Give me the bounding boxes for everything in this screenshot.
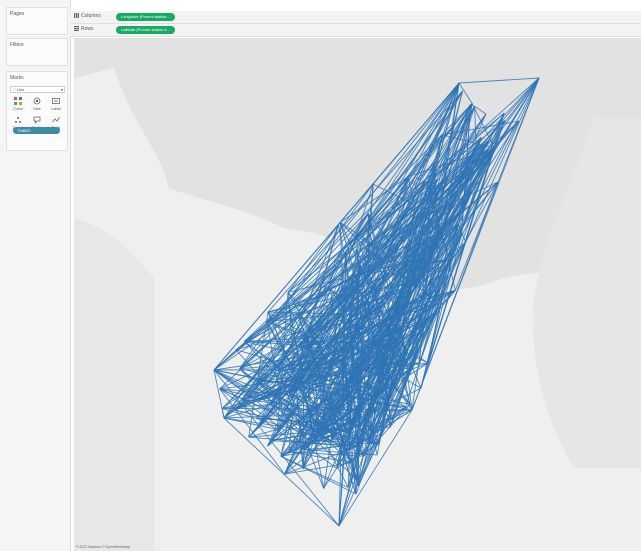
color-icon	[9, 97, 27, 106]
route-segment[interactable]	[308, 439, 332, 442]
marks-title: Marks	[10, 75, 24, 81]
detail-icon	[9, 116, 27, 125]
left-panel: Pages Filters Marks ⟋ Line ▾ Color Size	[0, 0, 71, 551]
rows-shelf: Rows Latitude (Proxmi station d...	[70, 24, 641, 37]
mark-type-value: Line	[16, 87, 25, 92]
columns-shelf-label: Columns	[74, 13, 101, 19]
map-canvas[interactable]	[74, 38, 641, 551]
map-attribution: © 2022 Mapbox © OpenStreetMap	[76, 545, 130, 549]
filters-title: Filters	[10, 42, 24, 48]
label-button[interactable]: Label	[47, 96, 65, 113]
longitude-pill[interactable]: Longitude (Proxmi station...	[116, 13, 175, 21]
pages-card[interactable]: Pages	[6, 7, 68, 35]
route-segment[interactable]	[213, 369, 225, 419]
columns-shelf: Columns Longitude (Proxmi station...	[70, 11, 641, 24]
line-mark-icon: ⟋	[13, 87, 16, 92]
marks-card: Marks ⟋ Line ▾ Color Size Label ⋰ PathID	[6, 71, 68, 151]
pages-title: Pages	[10, 11, 25, 17]
rows-icon	[74, 26, 79, 32]
path-icon	[47, 116, 65, 125]
mark-type-dropdown[interactable]: ⟋ Line ▾	[10, 86, 65, 93]
filters-card[interactable]: Filters	[6, 38, 68, 66]
label-icon	[47, 97, 65, 106]
path-field-pill[interactable]: PathID	[13, 127, 60, 134]
columns-icon	[74, 13, 79, 19]
color-button[interactable]: Color	[9, 96, 27, 113]
size-label: Size	[33, 106, 41, 111]
latitude-pill[interactable]: Latitude (Proxmi station d...	[116, 26, 175, 34]
tooltip-icon	[28, 116, 46, 125]
chevron-down-icon: ▾	[60, 87, 63, 92]
label-label: Label	[51, 106, 61, 111]
size-icon	[28, 97, 46, 106]
size-button[interactable]: Size	[28, 96, 46, 113]
rows-shelf-label: Rows	[74, 26, 94, 32]
map-view[interactable]	[74, 38, 641, 551]
water-bay	[74, 218, 154, 551]
color-label: Color	[13, 106, 23, 111]
